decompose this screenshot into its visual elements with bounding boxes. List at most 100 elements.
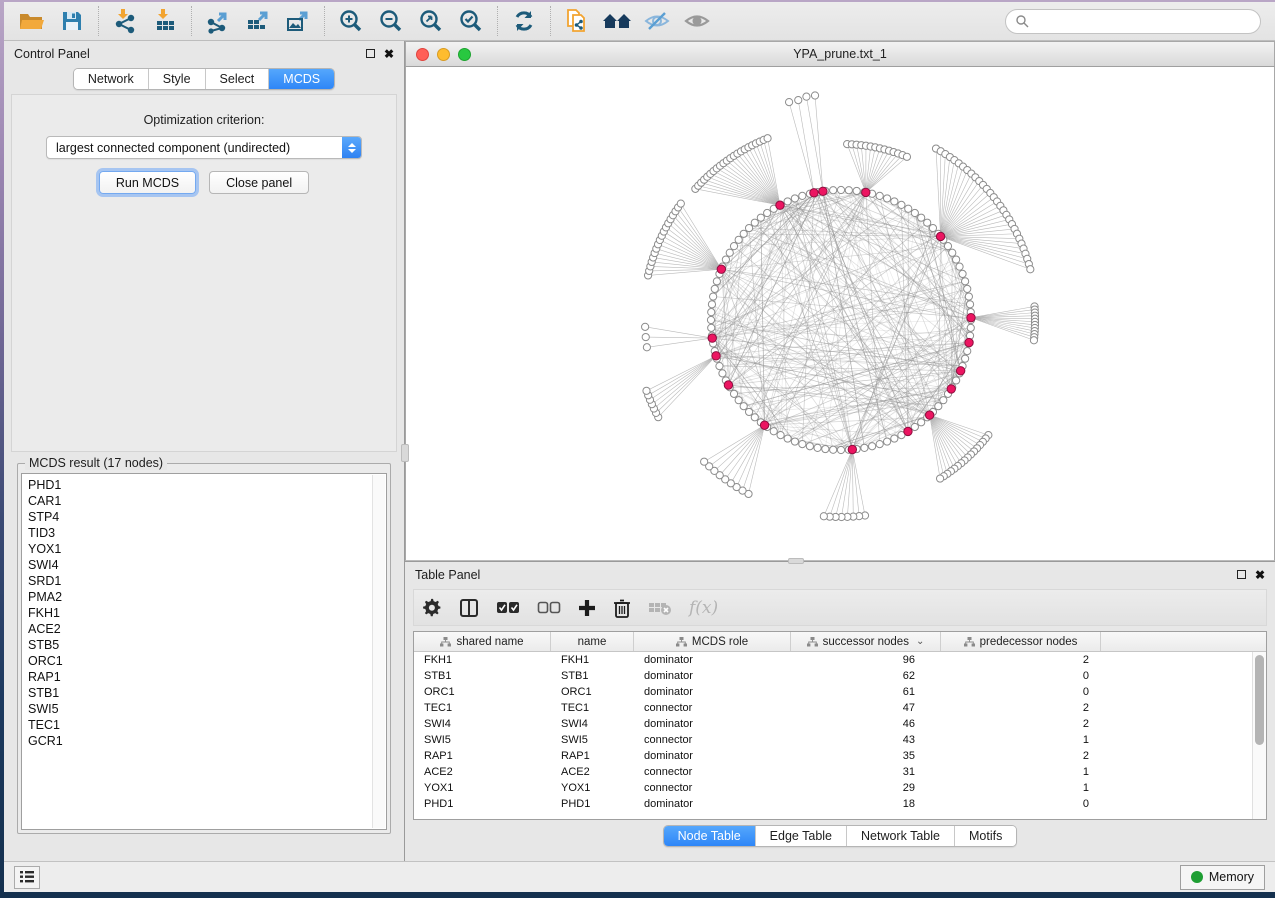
mcds-result-item[interactable]: PMA2	[28, 589, 386, 605]
mcds-dominator-node[interactable]	[712, 352, 720, 360]
graph-node[interactable]	[967, 324, 974, 331]
cell-name[interactable]: STB1	[551, 670, 634, 682]
graph-node[interactable]	[726, 249, 733, 256]
cell-MCDS-role[interactable]: connector	[634, 782, 791, 794]
cell-shared-name[interactable]: ACE2	[414, 766, 551, 778]
export-network-button[interactable]	[198, 5, 238, 37]
graph-node[interactable]	[883, 195, 890, 202]
graph-node[interactable]	[799, 192, 806, 199]
copy-network-button[interactable]	[557, 5, 597, 37]
graph-node[interactable]	[803, 93, 810, 100]
mcds-result-item[interactable]: YOX1	[28, 541, 386, 557]
network-titlebar[interactable]: YPA_prune.txt_1	[405, 41, 1275, 67]
table-tab-motifs[interactable]: Motifs	[955, 826, 1016, 846]
column-header-name[interactable]: name	[551, 632, 634, 651]
table-settings-button[interactable]	[422, 598, 442, 618]
graph-node[interactable]	[891, 198, 898, 205]
run-mcds-button[interactable]: Run MCDS	[99, 171, 196, 194]
graph-node[interactable]	[643, 344, 650, 351]
table-scrollbar[interactable]	[1252, 652, 1266, 819]
mcds-result-list[interactable]: PHD1CAR1STP4TID3YOX1SWI4SRD1PMA2FKH1ACE2…	[21, 473, 387, 830]
mcds-list-scrollbar[interactable]	[372, 475, 385, 828]
zoom-in-button[interactable]	[331, 5, 371, 37]
mcds-result-item[interactable]: ORC1	[28, 653, 386, 669]
graph-node[interactable]	[876, 192, 883, 199]
export-image-button[interactable]	[278, 5, 318, 37]
cell-MCDS-role[interactable]: dominator	[634, 798, 791, 810]
cell-name[interactable]: TEC1	[551, 702, 634, 714]
cell-predecessor-nodes[interactable]: 0	[941, 686, 1101, 698]
add-column-button[interactable]	[578, 599, 596, 617]
graph-node[interactable]	[1027, 266, 1034, 273]
graph-node[interactable]	[785, 98, 792, 105]
cell-shared-name[interactable]: ORC1	[414, 686, 551, 698]
import-network-button[interactable]	[105, 5, 145, 37]
horizontal-splitter-handle[interactable]	[788, 558, 804, 564]
column-header-predecessor-nodes[interactable]: predecessor nodes	[941, 632, 1101, 651]
table-row[interactable]: ACE2ACE2connector311	[414, 764, 1252, 780]
cell-successor-nodes[interactable]: 61	[791, 686, 941, 698]
graph-node[interactable]	[956, 263, 963, 270]
graph-node[interactable]	[898, 201, 905, 208]
table-row[interactable]: SWI5SWI5connector431	[414, 732, 1252, 748]
network-view[interactable]	[405, 67, 1275, 561]
graph-node[interactable]	[784, 198, 791, 205]
graph-node[interactable]	[853, 187, 860, 194]
graph-node[interactable]	[837, 186, 844, 193]
mcds-result-item[interactable]: STB5	[28, 637, 386, 653]
mcds-result-item[interactable]: PHD1	[28, 477, 386, 493]
mcds-dominator-node[interactable]	[862, 188, 870, 196]
graph-node[interactable]	[964, 348, 971, 355]
graph-node[interactable]	[777, 432, 784, 439]
graph-node[interactable]	[642, 333, 649, 340]
delete-table-button[interactable]	[648, 600, 672, 616]
graph-node[interactable]	[911, 209, 918, 216]
tab-select[interactable]: Select	[206, 69, 270, 89]
mcds-dominator-node[interactable]	[708, 334, 716, 342]
mcds-dominator-node[interactable]	[717, 265, 725, 273]
cell-name[interactable]: SWI4	[551, 718, 634, 730]
graph-node[interactable]	[740, 403, 747, 410]
mcds-result-item[interactable]: TID3	[28, 525, 386, 541]
zoom-out-button[interactable]	[371, 5, 411, 37]
mcds-result-item[interactable]: RAP1	[28, 669, 386, 685]
open-file-button[interactable]	[12, 5, 52, 37]
graph-node[interactable]	[770, 428, 777, 435]
graph-node[interactable]	[806, 443, 813, 450]
graph-node[interactable]	[966, 301, 973, 308]
graph-node[interactable]	[713, 278, 720, 285]
graph-node[interactable]	[929, 224, 936, 231]
graph-node[interactable]	[722, 256, 729, 263]
column-header-shared-name[interactable]: shared name	[414, 632, 551, 651]
close-panel-icon[interactable]: ✖	[384, 48, 394, 60]
search-box[interactable]	[1005, 9, 1261, 34]
graph-node[interactable]	[708, 324, 715, 331]
graph-node[interactable]	[883, 438, 890, 445]
cell-name[interactable]: ACE2	[551, 766, 634, 778]
graph-node[interactable]	[820, 513, 827, 520]
cell-MCDS-role[interactable]: dominator	[634, 718, 791, 730]
deselect-all-button[interactable]	[537, 601, 561, 615]
graph-node[interactable]	[903, 153, 910, 160]
cell-shared-name[interactable]: RAP1	[414, 750, 551, 762]
graph-node[interactable]	[643, 387, 650, 394]
mcds-result-item[interactable]: SWI5	[28, 701, 386, 717]
mcds-dominator-node[interactable]	[965, 338, 973, 346]
graph-node[interactable]	[735, 397, 742, 404]
mcds-dominator-node[interactable]	[760, 421, 768, 429]
graph-node[interactable]	[811, 92, 818, 99]
graph-node[interactable]	[799, 441, 806, 448]
mcds-dominator-node[interactable]	[956, 367, 964, 375]
graph-node[interactable]	[751, 414, 758, 421]
graph-node[interactable]	[730, 390, 737, 397]
graph-node[interactable]	[837, 446, 844, 453]
mcds-dominator-node[interactable]	[848, 445, 856, 453]
close-panel-button[interactable]: Close panel	[209, 171, 309, 194]
graph-node[interactable]	[953, 256, 960, 263]
graph-node[interactable]	[719, 370, 726, 377]
graph-node[interactable]	[708, 309, 715, 316]
table-row[interactable]: FKH1FKH1dominator962	[414, 652, 1252, 668]
cell-successor-nodes[interactable]: 47	[791, 702, 941, 714]
float-table-panel-icon[interactable]	[1237, 570, 1246, 579]
mcds-result-item[interactable]: CAR1	[28, 493, 386, 509]
